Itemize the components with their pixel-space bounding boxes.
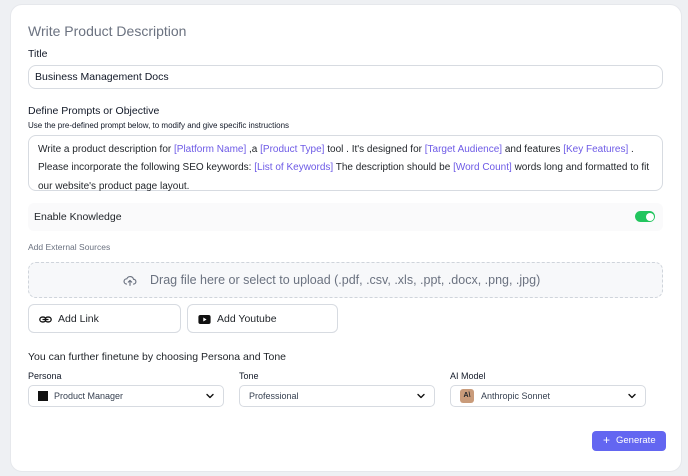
add-link-label: Add Link	[58, 313, 99, 325]
prompt-text: and features	[502, 144, 564, 155]
toggle-knob	[645, 212, 654, 221]
prompts-hint: Use the pre-defined prompt below, to mod…	[28, 121, 290, 130]
prompt-placeholder: [List of Keywords]	[254, 162, 334, 174]
title-label: Title	[28, 48, 48, 60]
persona-label: Persona	[28, 371, 62, 381]
enable-knowledge-row: Enable Knowledge	[28, 203, 663, 231]
persona-select[interactable]: Product Manager	[28, 385, 224, 407]
add-youtube-button[interactable]: Add Youtube	[187, 304, 338, 333]
prompt-placeholder: [Key Features]	[563, 144, 629, 155]
ai-model-select[interactable]: A\ Anthropic Sonnet	[450, 385, 646, 407]
tone-select[interactable]: Professional	[239, 385, 435, 407]
prompt-placeholder: [Platform Name]	[174, 144, 247, 155]
prompt-text: tool . It's designed for	[324, 144, 425, 155]
page-title: Write Product Description	[28, 23, 187, 39]
ai-model-value: Anthropic Sonnet	[481, 391, 551, 401]
tone-label: Tone	[239, 371, 259, 381]
youtube-icon	[198, 315, 211, 324]
prompt-placeholder: [Word Count]	[453, 162, 512, 174]
anthropic-logo-icon: A\	[460, 389, 474, 403]
prompt-placeholder: [Product Type]	[260, 144, 325, 155]
title-input[interactable]: Business Management Docs	[28, 65, 663, 89]
enable-knowledge-label: Enable Knowledge	[34, 211, 122, 223]
dropzone-text: Drag file here or select to upload (.pdf…	[150, 273, 541, 287]
prompt-text: ,a	[246, 144, 261, 155]
prompt-text: The description should be	[333, 162, 454, 174]
plus-icon: +	[603, 433, 611, 447]
upload-icon	[123, 276, 137, 286]
enable-knowledge-toggle[interactable]	[635, 211, 655, 222]
link-icon	[39, 316, 52, 323]
persona-value: Product Manager	[54, 391, 124, 401]
add-youtube-label: Add Youtube	[217, 313, 277, 325]
write-product-description-card: Write Product Description Title Business…	[10, 4, 682, 472]
generate-label: Generate	[616, 435, 656, 446]
finetune-heading: You can further finetune by choosing Per…	[28, 351, 287, 363]
prompts-label: Define Prompts or Objective	[28, 105, 160, 117]
persona-icon	[38, 391, 48, 401]
chevron-down-icon	[417, 393, 425, 399]
ai-model-label: AI Model	[450, 371, 486, 381]
generate-button[interactable]: + Generate	[592, 431, 666, 451]
tone-value: Professional	[249, 391, 299, 401]
prompt-placeholder: [Target Audience]	[424, 144, 503, 155]
prompt-text: Write a product description for	[38, 144, 174, 155]
chevron-down-icon	[206, 393, 214, 399]
prompt-textarea[interactable]: Write a product description for [Platfor…	[28, 135, 663, 192]
add-link-button[interactable]: Add Link	[28, 304, 181, 333]
external-sources-label: Add External Sources	[28, 242, 111, 252]
file-dropzone[interactable]: Drag file here or select to upload (.pdf…	[28, 262, 663, 298]
chevron-down-icon	[628, 393, 636, 399]
